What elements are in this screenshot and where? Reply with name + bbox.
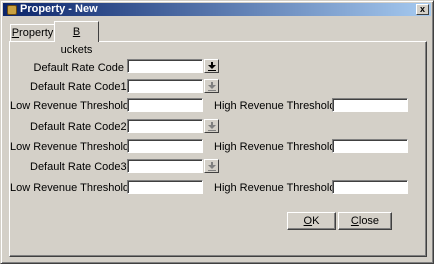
default-rate-code3-lov-button[interactable] xyxy=(204,159,219,173)
close-window-button[interactable]: x xyxy=(416,4,429,15)
download-arrow-icon xyxy=(208,82,216,91)
download-arrow-icon xyxy=(208,122,216,131)
low-revenue-threshold1-field[interactable] xyxy=(127,98,203,112)
default-rate-code3-field[interactable] xyxy=(127,159,203,173)
default-rate-code-label: Default Rate Code xyxy=(33,62,125,74)
tab-buckets[interactable]: Buckets xyxy=(54,21,99,56)
low-revenue-threshold3-label: Low Revenue Threshold3 xyxy=(10,182,136,194)
default-rate-code1-label: Default Rate Code1 xyxy=(30,81,127,93)
download-arrow-icon xyxy=(208,162,216,171)
low-revenue-threshold1-label: Low Revenue Threshold1 xyxy=(10,100,136,112)
default-rate-code1-field[interactable] xyxy=(127,79,203,93)
high-revenue-threshold3-field[interactable] xyxy=(332,180,408,194)
high-revenue-threshold1-field[interactable] xyxy=(332,98,408,112)
high-revenue-threshold1-label: High Revenue Threshold1 xyxy=(214,100,342,112)
default-rate-code2-lov-button[interactable] xyxy=(204,119,219,133)
tab-property-label: Property xyxy=(11,27,54,39)
low-revenue-threshold2-label: Low Revenue Threshold2 xyxy=(10,141,136,153)
high-revenue-threshold2-field[interactable] xyxy=(332,139,408,153)
low-revenue-threshold2-field[interactable] xyxy=(127,139,203,153)
property-app-icon xyxy=(7,5,17,15)
low-revenue-threshold3-field[interactable] xyxy=(127,180,203,194)
default-rate-code-lov-button[interactable] xyxy=(204,59,219,73)
default-rate-code2-field[interactable] xyxy=(127,119,203,133)
ok-button[interactable]: OK xyxy=(287,212,336,230)
download-arrow-icon xyxy=(208,62,216,71)
default-rate-code-field[interactable] xyxy=(127,59,203,73)
default-rate-code2-label: Default Rate Code2 xyxy=(30,121,127,133)
high-revenue-threshold2-label: High Revenue Threshold2 xyxy=(214,141,342,153)
default-rate-code1-lov-button[interactable] xyxy=(204,79,219,93)
tab-buckets-label: Buckets xyxy=(60,26,93,56)
default-rate-code3-label: Default Rate Code3 xyxy=(30,161,127,173)
tab-property[interactable]: Property xyxy=(10,24,55,41)
close-button[interactable]: Close xyxy=(338,212,392,230)
window-title: Property - New xyxy=(20,3,98,15)
high-revenue-threshold3-label: High Revenue Threshold3 xyxy=(214,182,342,194)
title-bar[interactable]: Property - New x xyxy=(3,3,431,16)
